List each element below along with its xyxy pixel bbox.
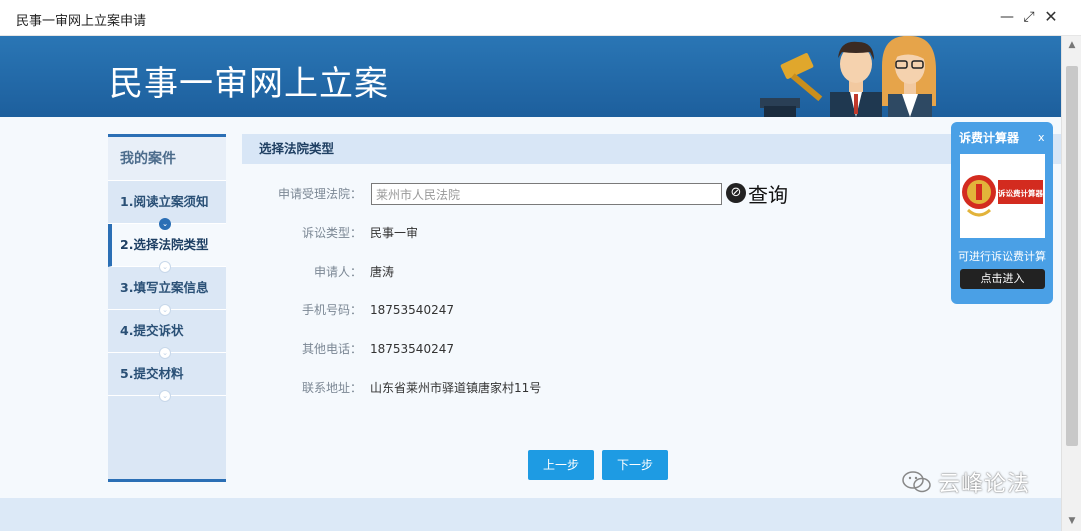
case-steps-sidebar: 我的案件 1.阅读立案须知 ⌄ 2.选择法院类型 ⌄ 3.填写立案信息 ⌄ 4.… — [108, 134, 226, 482]
sidebar-step-3[interactable]: 3.填写立案信息 ⌄ — [108, 267, 226, 316]
watermark: 云峰论法 — [902, 466, 1030, 498]
previous-step-button[interactable]: 上一步 — [528, 450, 594, 480]
calculator-close-icon[interactable]: x — [1038, 131, 1045, 144]
scrollbar-thumb[interactable] — [1066, 66, 1078, 446]
step-pending-icon: ⌄ — [159, 347, 171, 359]
sidebar-step-4[interactable]: 4.提交诉状 ⌄ — [108, 310, 226, 359]
gavel-and-people-illustration — [760, 36, 936, 117]
sidebar-step-2[interactable]: 2.选择法院类型 ⌄ — [108, 224, 226, 273]
sidebar-heading: 我的案件 — [108, 137, 226, 181]
scroll-up-icon[interactable]: ▲ — [1067, 40, 1077, 50]
step-pending-icon: ⌄ — [159, 304, 171, 316]
other-phone-label: 其他电话： — [301, 342, 362, 356]
footer-strip — [0, 498, 1061, 531]
address-value: 山东省莱州市驿道镇唐家村11号 — [370, 381, 542, 395]
banner-title: 民事一审网上立案 — [109, 64, 389, 104]
step-complete-icon: ⌄ — [159, 218, 171, 230]
sidebar-step-5[interactable]: 5.提交材料 ⌄ — [108, 353, 226, 402]
gavel-icon — [760, 53, 823, 117]
calculator-title: 诉费计算器 — [959, 131, 1020, 145]
scroll-down-icon[interactable]: ▼ — [1067, 516, 1077, 526]
case-type-value: 民事一审 — [370, 226, 419, 240]
applicant-label: 申请人： — [313, 265, 362, 279]
court-type-panel: 选择法院类型 申请受理法院： ⊘ 查询 诉讼类型： 民事一审 申请人： 唐涛 手… — [242, 134, 1061, 484]
case-type-label: 诉讼类型： — [301, 226, 362, 240]
step-label: 3.填写立案信息 — [120, 280, 209, 295]
woman-avatar-icon — [882, 36, 936, 117]
step-label: 5.提交材料 — [120, 366, 184, 381]
step-label: 1.阅读立案须知 — [120, 194, 209, 209]
window-titlebar: 民事一审网上立案申请 — ⤢ ✕ — [0, 0, 1081, 36]
step-pending-icon: ⌄ — [159, 261, 171, 273]
next-step-button[interactable]: 下一步 — [602, 450, 668, 480]
wechat-icon — [902, 471, 931, 493]
field-row-other-phone: 其他电话： 18753540247 — [242, 339, 802, 359]
header-banner: 民事一审网上立案 — [0, 36, 1061, 117]
step-label: 4.提交诉状 — [120, 323, 184, 338]
maximize-icon[interactable]: ⤢ — [1021, 9, 1037, 25]
calculator-description: 可进行诉讼费计算 — [958, 250, 1046, 263]
court-emblem-image: 诉讼费计算器 — [960, 154, 1045, 238]
vertical-scrollbar[interactable]: ▲ ▼ — [1061, 36, 1081, 531]
step-pending-icon: ⌄ — [159, 390, 171, 402]
query-button[interactable]: ⊘ 查询 — [726, 179, 788, 207]
calculator-enter-button[interactable]: 点击进入 — [960, 269, 1045, 289]
window-title: 民事一审网上立案申请 — [16, 14, 147, 29]
compass-icon: ⊘ — [726, 183, 746, 203]
query-label: 查询 — [748, 182, 788, 207]
man-avatar-icon — [830, 41, 882, 117]
field-row-address: 联系地址： 山东省莱州市驿道镇唐家村11号 — [242, 378, 802, 398]
field-row-applicant: 申请人： 唐涛 — [242, 262, 802, 282]
step-label: 2.选择法院类型 — [120, 237, 209, 252]
other-phone-value: 18753540247 — [370, 342, 454, 356]
address-label: 联系地址： — [301, 381, 362, 395]
court-input[interactable] — [371, 183, 722, 205]
fee-calculator-widget: 诉费计算器 x 诉讼费计算器 可进行诉讼费计算 点击进入 — [951, 122, 1053, 304]
mobile-label: 手机号码： — [301, 303, 362, 317]
calculator-image-text: 诉讼费计算器 — [998, 188, 1043, 198]
watermark-text: 云峰论法 — [938, 472, 1031, 497]
mobile-value: 18753540247 — [370, 303, 454, 317]
minimize-icon[interactable]: — — [999, 9, 1015, 25]
sidebar-step-1[interactable]: 1.阅读立案须知 ⌄ — [108, 181, 226, 230]
panel-heading: 选择法院类型 — [242, 134, 1061, 164]
applicant-value: 唐涛 — [370, 265, 395, 279]
field-row-case-type: 诉讼类型： 民事一审 — [242, 223, 802, 243]
close-icon[interactable]: ✕ — [1043, 9, 1059, 25]
court-label: 申请受理法院： — [277, 187, 362, 201]
field-row-mobile: 手机号码： 18753540247 — [242, 300, 802, 320]
